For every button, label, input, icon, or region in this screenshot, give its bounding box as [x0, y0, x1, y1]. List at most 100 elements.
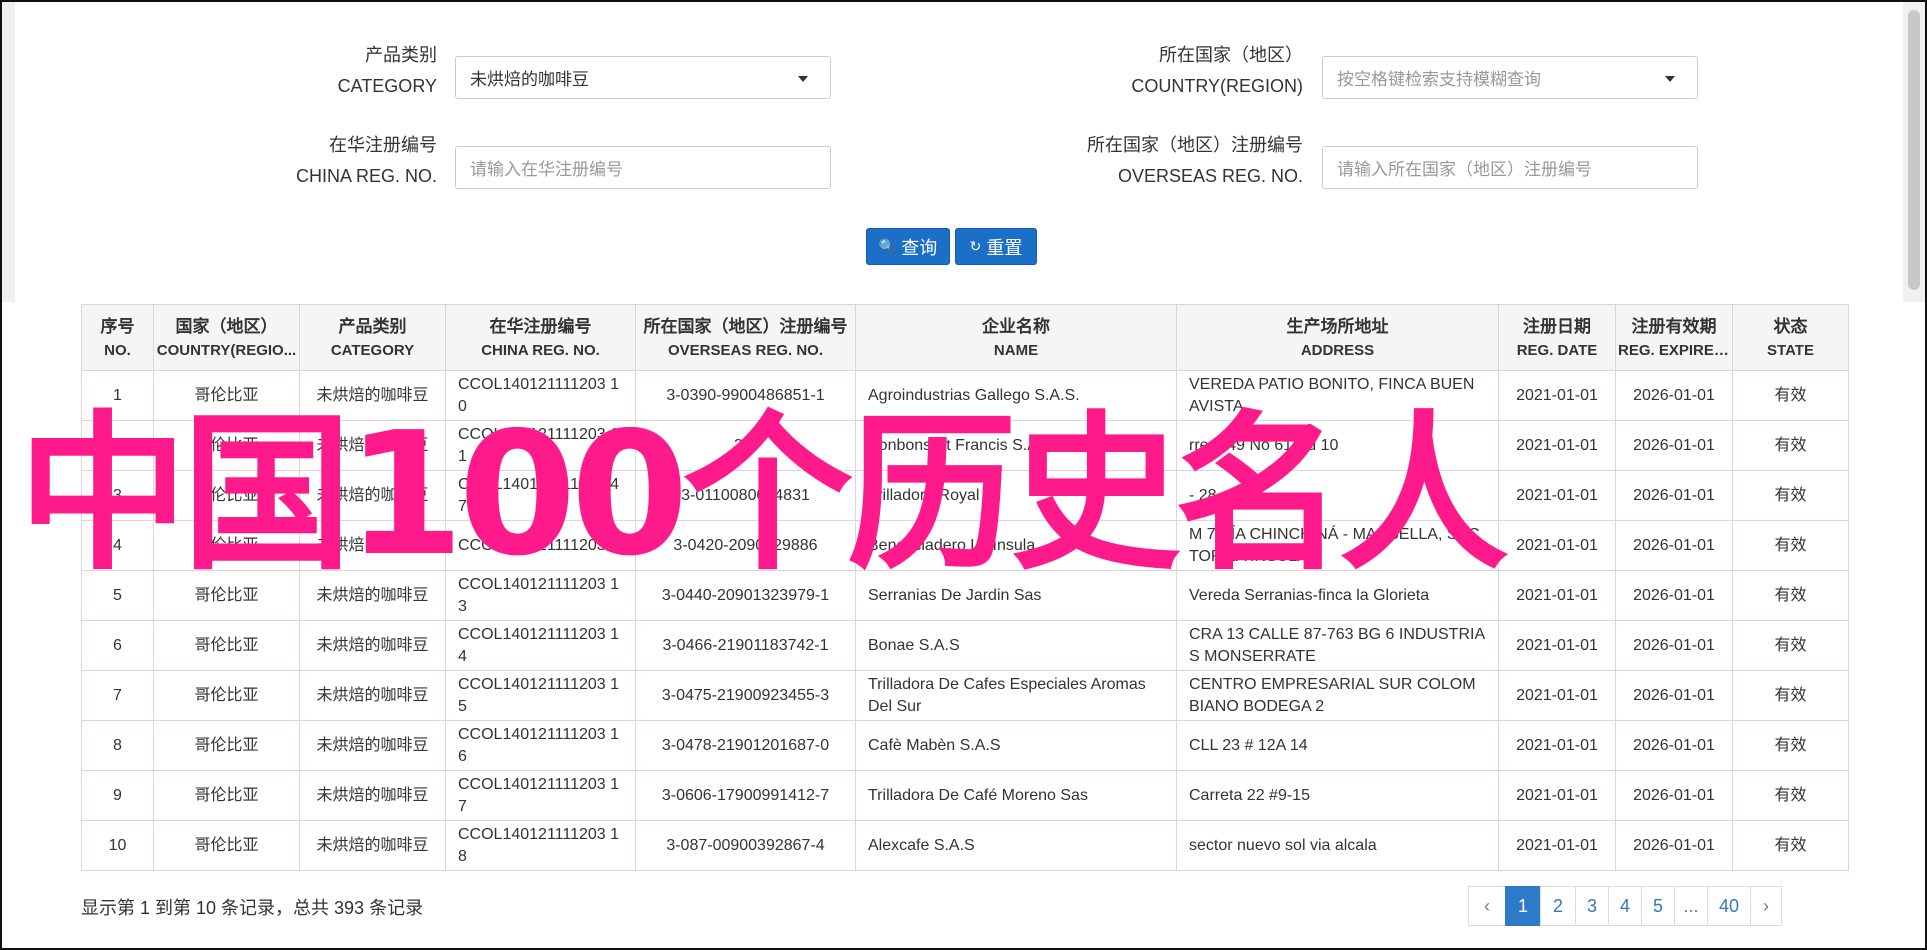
column-header: 国家（地区） COUNTRY(REGIO... [153, 304, 300, 371]
chevron-down-icon [1665, 76, 1675, 82]
cell-address: CENTRO EMPRESARIAL SUR COLOMBIANO BODEGA… [1176, 670, 1499, 721]
query-button[interactable]: 🔍 查询 [866, 228, 950, 265]
cell-overseas-reg: 3-0440-20901323979-1 [635, 570, 856, 621]
overseas-reg-input[interactable]: 请输入所在国家（地区）注册编号 [1322, 146, 1698, 189]
table-row[interactable]: 4 哥伦比亚 未烘焙的咖啡豆 CCOL140121111203 3-0420-20900… [81, 520, 1849, 571]
cell-address: M 7 VÍA CHINCHINÁ - MARSELLA, SECTOR LA … [1176, 520, 1499, 571]
country-label-cn: 所在国家（地区） [1159, 45, 1303, 65]
cell-name: Trilladora Royal [855, 470, 1177, 521]
cell-country: 哥伦比亚 [153, 520, 300, 571]
cell-country: 哥伦比亚 [153, 470, 300, 521]
prev-page-button[interactable]: ‹ [1468, 886, 1506, 926]
cell-overseas-reg: 3-087-00900392867-4 [635, 820, 856, 871]
china-reg-label: 在华注册编号 CHINA REG. NO. [250, 130, 437, 192]
table-row[interactable]: 1 哥伦比亚 未烘焙的咖啡豆 CCOL140121111203 10 3-0390-99… [81, 370, 1849, 421]
column-header-cn: 企业名称 [982, 316, 1050, 336]
table-row[interactable]: 3 哥伦比亚 未烘焙的咖啡豆 CCOL140121111202 47 3-0110080… [81, 470, 1849, 521]
cell-country: 哥伦比亚 [153, 620, 300, 671]
refresh-icon: ↻ [969, 238, 982, 254]
cell-china-reg: CCOL140121111202 47 [445, 470, 636, 521]
cell-expire-date: 2026-01-01 [1615, 720, 1733, 771]
page-5[interactable]: 5 [1641, 886, 1675, 926]
china-reg-label-cn: 在华注册编号 [329, 135, 437, 155]
page-40[interactable]: 40 [1707, 886, 1751, 926]
cell-name: Alexcafe S.A.S [855, 820, 1177, 871]
query-button-label: 查询 [901, 237, 938, 258]
china-reg-placeholder: 请输入在华注册编号 [470, 160, 623, 179]
column-header-en: COUNTRY(REGIO... [156, 341, 297, 359]
cell-no: 7 [81, 670, 154, 721]
next-page-button[interactable]: › [1750, 886, 1782, 926]
table-body: 1 哥伦比亚 未烘焙的咖啡豆 CCOL140121111203 10 3-0390-99… [81, 370, 1849, 871]
cell-overseas-reg: 3-0466-21901183742-1 [635, 620, 856, 671]
cell-china-reg: CCOL140121111203 13 [445, 570, 636, 621]
cell-expire-date: 2026-01-01 [1615, 670, 1733, 721]
cell-no: 2 [81, 420, 154, 471]
cell-category: 未烘焙的咖啡豆 [299, 520, 446, 571]
overseas-reg-label-cn: 所在国家（地区）注册编号 [1087, 135, 1303, 155]
table-row[interactable]: 10 哥伦比亚 未烘焙的咖啡豆 CCOL140121111203 18 3-087-00… [81, 820, 1849, 871]
cell-china-reg: CCOL140121111203 14 [445, 620, 636, 671]
page-2[interactable]: 2 [1540, 886, 1576, 926]
cell-no: 10 [81, 820, 154, 871]
table-row[interactable]: 6 哥伦比亚 未烘焙的咖啡豆 CCOL140121111203 14 3-0466-21… [81, 620, 1849, 671]
cell-name: Trilladora De Café Moreno Sas [855, 770, 1177, 821]
vertical-scrollbar[interactable] [1903, 2, 1925, 302]
cell-overseas-reg: 3-0475-21900923455-3 [635, 670, 856, 721]
column-header-en: NO. [104, 341, 131, 359]
cell-expire-date: 2026-01-01 [1615, 570, 1733, 621]
cell-name: Cafè Mabèn S.A.S [855, 720, 1177, 771]
cell-category: 未烘焙的咖啡豆 [299, 820, 446, 871]
cell-expire-date: 2026-01-01 [1615, 620, 1733, 671]
column-header-en: STATE [1767, 341, 1814, 359]
table-row[interactable]: 9 哥伦比亚 未烘焙的咖啡豆 CCOL140121111203 17 3-0606-17… [81, 770, 1849, 821]
column-header-cn: 序号 [100, 316, 135, 336]
cell-reg-date: 2021-01-01 [1498, 420, 1616, 471]
cell-reg-date: 2021-01-01 [1498, 520, 1616, 571]
country-select-placeholder: 按空格键检索支持模糊查询 [1337, 70, 1541, 89]
cell-category: 未烘焙的咖啡豆 [299, 570, 446, 621]
cell-china-reg: CCOL140121111203 18 [445, 820, 636, 871]
cell-state: 有效 [1732, 820, 1849, 871]
cell-state: 有效 [1732, 520, 1849, 571]
column-header-en: ADDRESS [1300, 341, 1375, 359]
cell-address: rrera 49 No 61 Su 10 [1176, 420, 1499, 471]
cell-expire-date: 2026-01-01 [1615, 370, 1733, 421]
cell-no: 8 [81, 720, 154, 771]
category-select-value: 未烘焙的咖啡豆 [470, 70, 589, 89]
cell-reg-date: 2021-01-01 [1498, 770, 1616, 821]
table-row[interactable]: 7 哥伦比亚 未烘焙的咖啡豆 CCOL140121111203 15 3-0475-21… [81, 670, 1849, 721]
page-4[interactable]: 4 [1608, 886, 1642, 926]
cell-expire-date: 2026-01-01 [1615, 520, 1733, 571]
table-row[interactable]: 2 哥伦比亚 未烘焙的咖啡豆 CCOL140121111203 11 3-0 Bonbon… [81, 420, 1849, 471]
category-select[interactable]: 未烘焙的咖啡豆 [455, 56, 831, 99]
cell-name: Bonae S.A.S [855, 620, 1177, 671]
cell-reg-date: 2021-01-01 [1498, 820, 1616, 871]
cell-overseas-reg: 3-0478-21901201687-0 [635, 720, 856, 771]
page-3[interactable]: 3 [1575, 886, 1609, 926]
table-row[interactable]: 5 哥伦比亚 未烘焙的咖啡豆 CCOL140121111203 13 3-0440-20… [81, 570, 1849, 621]
country-select[interactable]: 按空格键检索支持模糊查询 [1322, 56, 1698, 99]
cell-no: 6 [81, 620, 154, 671]
page-1[interactable]: 1 [1505, 886, 1541, 926]
column-header-cn: 所在国家（地区）注册编号 [643, 316, 848, 336]
china-reg-input[interactable]: 请输入在华注册编号 [455, 146, 831, 189]
scrollbar-thumb[interactable] [1908, 10, 1920, 290]
column-header-en: OVERSEAS REG. NO. [667, 341, 824, 359]
left-edge-strip [2, 2, 15, 302]
results-table: 序号 NO. 国家（地区） COUNTRY(REGIO... 产品类别 CATEGORY 在… [81, 304, 1849, 871]
cell-category: 未烘焙的咖啡豆 [299, 620, 446, 671]
cell-category: 未烘焙的咖啡豆 [299, 670, 446, 721]
cell-state: 有效 [1732, 620, 1849, 671]
column-header-en: CHINA REG. NO. [481, 341, 600, 359]
category-label-cn: 产品类别 [365, 45, 437, 65]
table-row[interactable]: 8 哥伦比亚 未烘焙的咖啡豆 CCOL140121111203 16 3-0478-21… [81, 720, 1849, 771]
country-label-en: COUNTRY(REGION) [1131, 76, 1303, 96]
reset-button[interactable]: ↻ 重置 [955, 228, 1037, 265]
cell-expire-date: 2026-01-01 [1615, 770, 1733, 821]
search-icon: 🔍 [878, 238, 897, 254]
cell-address: CRA 13 CALLE 87-763 BG 6 INDUSTRIAS MONS… [1176, 620, 1499, 671]
cell-address: sector nuevo sol via alcala [1176, 820, 1499, 871]
country-label: 所在国家（地区） COUNTRY(REGION) [1003, 40, 1303, 102]
cell-country: 哥伦比亚 [153, 570, 300, 621]
